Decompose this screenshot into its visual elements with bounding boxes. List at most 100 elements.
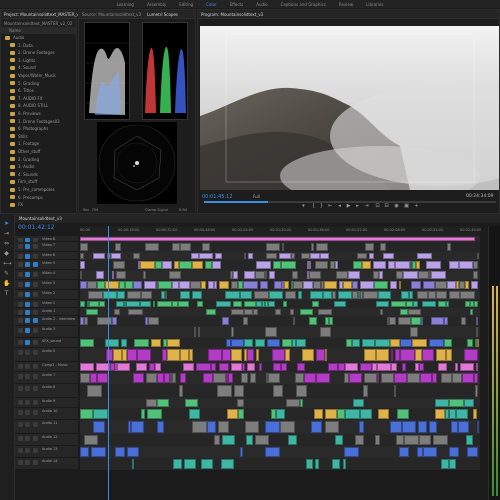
clip[interactable] — [309, 271, 321, 279]
clip[interactable] — [133, 253, 140, 259]
track-header-v4[interactable]: Video 4 — [15, 270, 78, 280]
clip[interactable] — [194, 327, 196, 337]
clip[interactable] — [325, 349, 327, 361]
toggle-track-output-icon[interactable] — [25, 364, 30, 369]
clip[interactable] — [338, 291, 352, 299]
project-bin-item[interactable]: 2. Grading — [10, 156, 39, 163]
clip[interactable] — [476, 327, 478, 337]
clip[interactable] — [116, 301, 124, 307]
clip[interactable] — [474, 373, 478, 383]
track-header-a12[interactable]: Audio 12 — [15, 434, 78, 446]
clip[interactable] — [282, 339, 292, 347]
clip[interactable] — [447, 281, 456, 289]
clip[interactable] — [114, 309, 120, 315]
track-header-a11[interactable]: Audio 11 — [15, 420, 78, 434]
clip[interactable] — [167, 349, 180, 361]
clip[interactable] — [297, 363, 305, 371]
clip[interactable] — [325, 421, 339, 433]
clip[interactable] — [140, 261, 155, 269]
clip[interactable] — [422, 349, 434, 361]
solo-track-icon[interactable] — [33, 386, 38, 391]
clip[interactable] — [247, 363, 255, 371]
clip[interactable] — [206, 309, 216, 315]
timeline-timecode[interactable]: 00:01:42:12 — [18, 224, 55, 231]
clip[interactable] — [93, 253, 105, 259]
clip[interactable] — [460, 363, 474, 371]
clip[interactable] — [400, 309, 408, 315]
clip[interactable] — [153, 301, 155, 307]
clip[interactable] — [134, 339, 149, 347]
project-bin-item[interactable]: 5. Grading — [10, 80, 39, 87]
clip[interactable] — [343, 281, 352, 289]
clip[interactable] — [464, 349, 478, 361]
clip[interactable] — [345, 409, 360, 419]
clip[interactable] — [99, 301, 105, 307]
solo-track-icon[interactable] — [33, 272, 38, 277]
toggle-track-output-icon[interactable] — [25, 374, 30, 379]
lock-track-icon[interactable] — [18, 400, 23, 405]
clip[interactable] — [84, 317, 88, 325]
clip[interactable] — [255, 339, 265, 347]
clip[interactable] — [335, 435, 343, 445]
clip[interactable] — [80, 339, 94, 347]
clip[interactable] — [185, 399, 198, 407]
clip[interactable] — [244, 253, 246, 259]
toggle-track-output-icon[interactable] — [25, 422, 30, 427]
project-bin-item[interactable]: 1. Drone Footages03 — [10, 118, 60, 125]
clip[interactable] — [390, 339, 400, 347]
clip[interactable] — [357, 253, 367, 259]
clip[interactable] — [80, 281, 87, 289]
solo-track-icon[interactable] — [33, 436, 38, 441]
clip[interactable] — [464, 399, 474, 407]
clip[interactable] — [432, 373, 437, 383]
toggle-track-output-icon[interactable] — [25, 386, 30, 391]
clip[interactable] — [328, 363, 338, 371]
track-header-v6[interactable]: Video 6 — [15, 252, 78, 260]
track-lane[interactable] — [80, 326, 480, 338]
clip[interactable] — [300, 399, 303, 407]
step-back-icon[interactable]: ◂ — [336, 203, 343, 209]
track-lane[interactable] — [80, 242, 480, 252]
clip[interactable] — [376, 349, 389, 361]
clip[interactable] — [268, 301, 275, 307]
clip[interactable] — [238, 409, 244, 419]
clip[interactable] — [281, 261, 296, 269]
clip[interactable] — [201, 459, 213, 469]
play-icon[interactable]: ▶ — [345, 203, 352, 209]
go-to-out-icon[interactable]: ⇥ — [363, 203, 370, 209]
clip[interactable] — [383, 253, 394, 259]
clip[interactable] — [117, 291, 125, 299]
clip[interactable] — [192, 421, 207, 433]
clip[interactable] — [436, 291, 447, 299]
clip[interactable] — [127, 447, 139, 457]
clip[interactable] — [377, 373, 379, 383]
clip[interactable] — [296, 385, 307, 397]
clip[interactable] — [458, 421, 469, 433]
clip[interactable] — [391, 363, 397, 371]
clip[interactable] — [436, 349, 446, 361]
clip[interactable] — [318, 309, 332, 315]
clip[interactable] — [461, 317, 466, 325]
clip[interactable] — [143, 271, 146, 279]
clip[interactable] — [471, 281, 478, 289]
lock-track-icon[interactable] — [18, 436, 23, 441]
workspace-tab-assembly[interactable]: Assembly — [147, 2, 166, 7]
lock-track-icon[interactable] — [18, 460, 23, 465]
clip[interactable] — [429, 339, 444, 347]
extract-icon[interactable]: ⊟ — [383, 203, 390, 209]
project-bin-item[interactable]: 1. Data — [10, 42, 33, 49]
clip[interactable] — [334, 301, 346, 307]
clip[interactable] — [316, 349, 325, 361]
clip[interactable] — [269, 271, 275, 279]
clip[interactable] — [336, 271, 348, 279]
clip[interactable] — [80, 261, 85, 269]
toggle-track-output-icon[interactable] — [25, 410, 30, 415]
solo-track-icon[interactable] — [33, 364, 38, 369]
clip[interactable] — [145, 243, 159, 251]
tab-program[interactable]: Program: Mountainsolidtext_v3 — [201, 12, 263, 17]
clip[interactable] — [311, 243, 314, 251]
clip[interactable] — [422, 301, 436, 307]
clip[interactable] — [198, 327, 200, 337]
clip[interactable] — [231, 327, 234, 337]
clip[interactable] — [148, 317, 159, 325]
